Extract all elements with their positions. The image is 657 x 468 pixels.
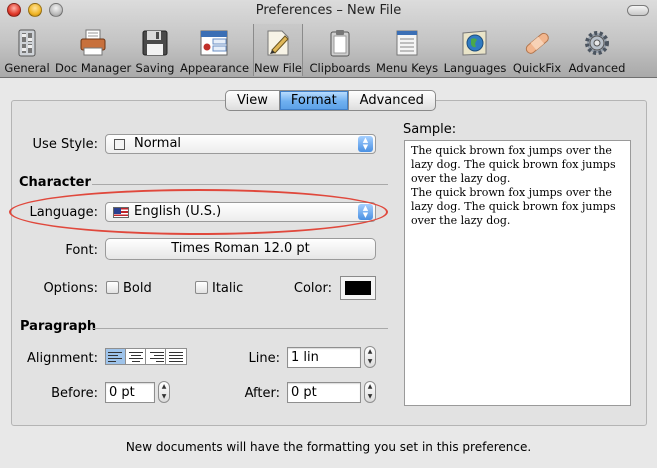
toolbar-item-doc-manager[interactable]: Doc Manager [55, 24, 131, 76]
space-after-stepper[interactable]: ▲ ▼ [364, 381, 376, 403]
color-well[interactable] [340, 276, 376, 300]
new-file-icon [267, 30, 289, 56]
clipboard-icon [330, 30, 350, 57]
tab-format[interactable]: Format [279, 91, 349, 110]
toolbar-item-label: Languages [443, 61, 507, 75]
gear-icon [585, 31, 609, 55]
alignment-label: Alignment: [27, 351, 98, 366]
bold-label: Bold [123, 281, 152, 296]
window-title: Preferences – New File [255, 3, 402, 18]
use-style-popup[interactable]: Normal ▲ ▼ [105, 134, 376, 154]
language-popup[interactable]: English (U.S.) ▲ ▼ [105, 202, 376, 222]
space-before-stepper[interactable]: ▲ ▼ [158, 381, 170, 403]
color-swatch [345, 281, 371, 295]
toolbar-item-general[interactable]: General [4, 24, 50, 76]
toolbar-item-label: Clipboards [309, 61, 371, 75]
toolbar-item-menu-keys[interactable]: Menu Keys [376, 24, 438, 76]
character-divider [92, 184, 388, 185]
floppy-disk-icon [142, 30, 168, 56]
before-label: Before: [51, 386, 98, 401]
toolbar-item-clipboards[interactable]: Clipboards [308, 24, 372, 76]
toolbar-item-quickfix[interactable]: QuickFix [511, 24, 563, 76]
toolbar-item-label: General [4, 61, 50, 75]
toolbar-item-new-file[interactable]: New File [253, 24, 303, 76]
bandage-icon [525, 32, 549, 54]
chevron-updown-icon: ▲ ▼ [358, 136, 373, 152]
line-label: Line: [248, 351, 280, 366]
toolbar-item-label: Saving [135, 61, 175, 75]
printer-icon [80, 29, 106, 56]
sample-paragraph: The quick brown fox jumps over the lazy … [411, 144, 616, 185]
toolbar-item-label: QuickFix [512, 61, 562, 75]
us-flag-icon [113, 207, 129, 218]
bold-checkbox[interactable] [106, 281, 119, 294]
align-right-button[interactable] [146, 349, 166, 364]
window-icon [200, 30, 228, 56]
paragraph-heading: Paragraph [20, 319, 97, 334]
toolbar-item-label: New File [254, 61, 302, 75]
italic-label: Italic [212, 281, 244, 296]
toolbar-item-appearance[interactable]: Appearance [180, 24, 250, 76]
menu-keys-icon [396, 30, 418, 56]
space-before-field[interactable]: 0 pt [105, 382, 155, 403]
language-label: Language: [29, 205, 98, 220]
color-label: Color: [293, 281, 332, 296]
character-heading: Character [19, 175, 91, 190]
format-tabs: View Format Advanced [225, 90, 436, 111]
toolbar-item-label: Appearance [180, 61, 250, 75]
toolbar-item-label: Doc Manager [55, 61, 132, 75]
tab-view[interactable]: View [226, 91, 280, 110]
sample-preview: The quick brown fox jumps over the lazy … [404, 140, 631, 406]
use-style-label: Use Style: [32, 137, 98, 152]
font-label: Font: [65, 243, 98, 258]
italic-checkbox[interactable] [195, 281, 208, 294]
toolbar-item-saving[interactable]: Saving [135, 24, 175, 76]
sample-paragraph: The quick brown fox jumps over the lazy … [411, 186, 616, 227]
align-center-button[interactable] [126, 349, 146, 364]
toolbar-item-label: Menu Keys [376, 61, 439, 75]
options-label: Options: [43, 281, 98, 296]
line-spacing-stepper[interactable]: ▲ ▼ [364, 346, 376, 368]
line-spacing-field[interactable]: 1 lin [287, 347, 361, 368]
sample-label: Sample: [403, 122, 457, 137]
align-left-button[interactable] [106, 349, 126, 364]
use-style-value: Normal [134, 136, 182, 151]
switches-icon [18, 29, 36, 57]
alignment-segmented-control [105, 348, 187, 365]
paragraph-style-icon [114, 139, 125, 150]
footer-note: New documents will have the formatting y… [125, 440, 532, 454]
space-after-field[interactable]: 0 pt [287, 382, 361, 403]
toolbar-item-label: Advanced [568, 61, 626, 75]
after-label: After: [244, 386, 280, 401]
font-button[interactable]: Times Roman 12.0 pt [105, 238, 376, 260]
chevron-updown-icon: ▲ ▼ [358, 204, 373, 220]
toolbar-item-languages[interactable]: Languages [443, 24, 507, 76]
toolbar-toggle-button[interactable] [627, 5, 649, 16]
language-value: English (U.S.) [134, 204, 222, 219]
tab-advanced[interactable]: Advanced [349, 91, 435, 110]
window-toolbar: Preferences – New File General Doc Manag… [0, 0, 657, 78]
align-justify-button[interactable] [166, 349, 186, 364]
paragraph-divider [92, 328, 388, 329]
toolbar-item-advanced[interactable]: Advanced [567, 24, 627, 76]
globe-icon [462, 30, 487, 56]
